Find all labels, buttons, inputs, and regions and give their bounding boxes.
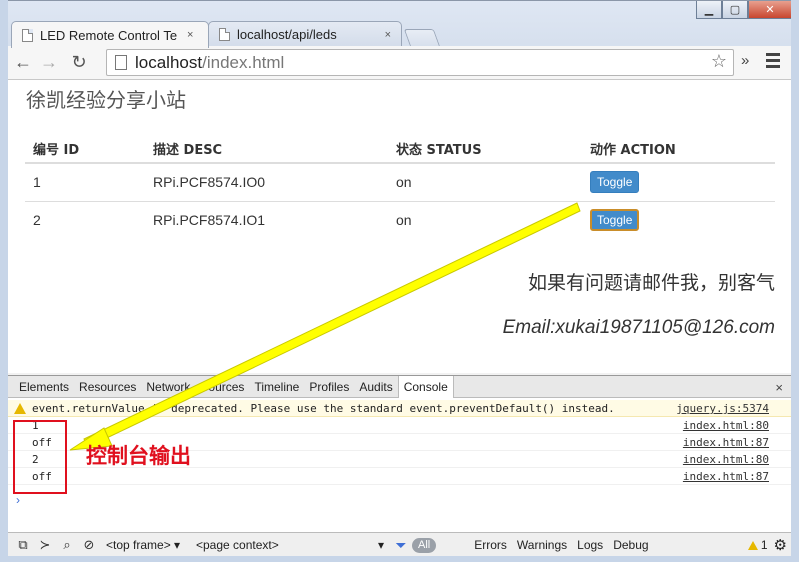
tab-led-remote-control[interactable]: LED Remote Control Te × — [11, 21, 209, 48]
browser-window: ▁ ▢ ✕ LED Remote Control Te × localhost/… — [0, 0, 799, 562]
arrow-shaft — [83, 202, 581, 448]
tab-label: LED Remote Control Te — [40, 27, 178, 43]
console-highlight-box — [13, 420, 67, 494]
annotation-label: 控制台输出 — [86, 444, 191, 468]
annotation-arrow — [69, 202, 581, 451]
tab-close-icon[interactable]: × — [187, 29, 193, 41]
page-icon — [22, 28, 33, 42]
